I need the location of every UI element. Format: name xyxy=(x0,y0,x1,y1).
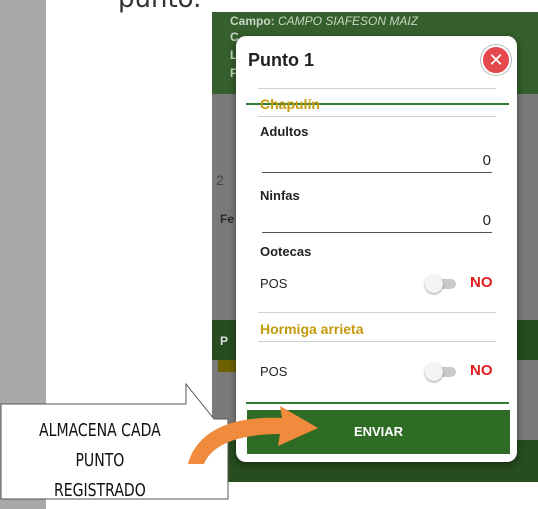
bg-p-fragment: P xyxy=(220,334,229,348)
intro-text: punto. xyxy=(118,0,201,14)
ninfas-input[interactable]: 0 xyxy=(483,212,491,229)
callout-line-2: REGISTRADO xyxy=(54,480,146,501)
ootecas-pos-label: POS xyxy=(260,276,288,291)
hormiga-toggle-state: NO xyxy=(470,362,493,379)
section-title-hormiga: Hormiga arrieta xyxy=(260,321,364,337)
adultos-input[interactable]: 0 xyxy=(483,152,491,169)
callout-line-1: ALMACENA CADA PUNTO xyxy=(39,420,161,471)
campo-value: CAMPO SIAFESON MAIZ xyxy=(278,14,419,28)
field-label-ninfas: Ninfas xyxy=(260,188,300,203)
bg-fe-fragment: Fe xyxy=(220,212,235,226)
toggle-knob xyxy=(425,363,443,381)
section-divider xyxy=(258,116,496,117)
bg-row-number: 2 xyxy=(216,172,224,188)
section-divider xyxy=(258,88,496,89)
hormiga-toggle[interactable] xyxy=(425,363,456,381)
ootecas-toggle[interactable] xyxy=(425,275,456,293)
campo-label: Campo: xyxy=(230,14,275,28)
section-divider xyxy=(258,341,496,342)
section-title-chapulin: Chapulín xyxy=(260,96,320,112)
close-icon[interactable]: ✕ xyxy=(481,45,511,75)
field-label-ootecas: Ootecas xyxy=(260,244,312,259)
campo-line: Campo: CAMPO SIAFESON MAIZ xyxy=(230,14,418,28)
section-divider xyxy=(258,312,496,313)
toggle-knob xyxy=(425,275,443,293)
callout-text: ALMACENA CADA PUNTO REGISTRADO xyxy=(18,416,182,506)
ninfas-underline xyxy=(262,232,492,233)
ootecas-toggle-state: NO xyxy=(470,274,493,291)
field-label-adultos: Adultos xyxy=(260,124,309,139)
curved-arrow-icon xyxy=(188,406,318,464)
hormiga-pos-label: POS xyxy=(260,364,288,379)
dialog-title: Punto 1 xyxy=(248,50,314,70)
adultos-underline xyxy=(262,172,492,173)
